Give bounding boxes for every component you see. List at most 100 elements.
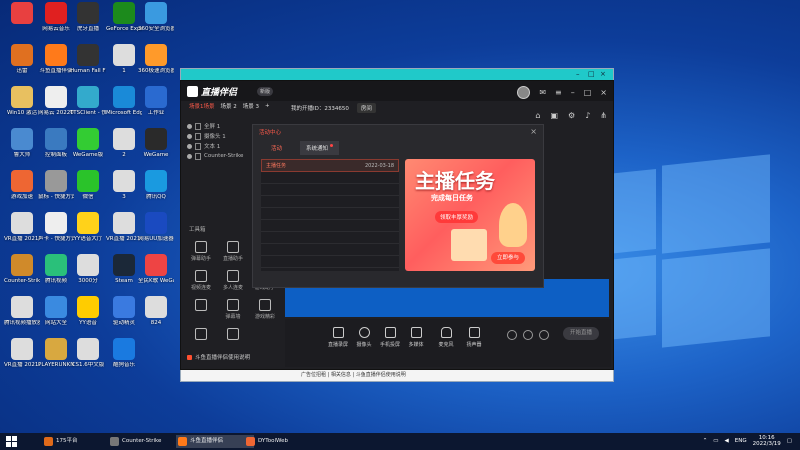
maximize-icon[interactable]: □ [584,88,592,98]
desktop-icon[interactable]: 824 [138,296,174,327]
eye-icon[interactable] [187,133,192,139]
desktop-icon[interactable]: 微信 [70,170,106,201]
usage-notice[interactable]: 斗鱼直播伴侣使用说明 [187,353,250,361]
camera-button[interactable]: 摄像头 [351,327,377,348]
speaker-button[interactable]: 扬声器 [461,327,487,348]
menu-icon[interactable]: ≡ [555,88,562,98]
event-list-item[interactable] [261,256,399,268]
source-row[interactable]: 文本 1 [187,141,255,151]
desktop-icon[interactable]: 3000分 [70,254,106,285]
taskbar-app[interactable]: 175平台 [42,435,118,448]
event-list-item[interactable] [261,244,399,256]
desktop-icon[interactable]: 声卡 - 快捷方式 [38,212,74,243]
taskbar-app[interactable]: 斗鱼直播伴侣 [176,435,254,448]
bell-icon[interactable]: ♪ [585,111,590,120]
event-list-item[interactable] [261,172,399,184]
event-list-item[interactable] [261,196,399,208]
desktop-icon[interactable]: 腾讯视频播放器 [4,296,40,327]
volume-icon[interactable]: ◀ [725,438,729,444]
screen-record-button[interactable]: 直播录屏 [325,327,351,348]
eye-icon[interactable] [523,330,533,340]
desktop-icon[interactable]: 腾讯QQ [138,170,174,201]
add-scene-button[interactable]: + [265,103,270,109]
desktop-icon[interactable]: 网易云音乐 [38,2,74,33]
share-icon[interactable]: ⋔ [600,111,607,120]
tab-notifications[interactable]: 系统通知 [300,141,339,155]
taskbar-app[interactable]: DYToolWeb [244,435,318,448]
record-icon[interactable] [507,330,517,340]
desktop-icon[interactable] [4,2,40,26]
toolbox-item[interactable]: 弹幕助手 [185,241,217,262]
skin-icon[interactable]: ✉ [539,88,546,98]
desktop-icon[interactable]: VR直播 20211026 [4,212,40,243]
eye-icon[interactable] [187,153,192,159]
desktop-icon[interactable]: Human Fall Flat [70,44,106,75]
desktop-icon[interactable]: YY语音大厅 [70,212,106,243]
avatar[interactable] [517,86,531,99]
desktop-icon[interactable]: 网易云 20220114 [38,86,74,117]
desktop-icon[interactable]: 控制面板 [38,128,74,159]
tab-scene-1[interactable]: 场景1场景 [189,102,215,110]
source-row[interactable]: 全屏 1 [187,121,255,131]
desktop-icon[interactable]: 全民K歌 WeGame版 [138,254,174,285]
settings-icon[interactable]: ⚙ [568,111,575,120]
toolbox-item[interactable] [185,299,217,320]
minimize-icon[interactable]: – [576,71,583,78]
desktop-icon[interactable]: TTSClient - 快捷方式 [70,86,106,117]
maximize-icon[interactable]: □ [588,71,595,78]
desktop-icon[interactable]: 鼠标 - 快捷方式 [38,170,74,201]
desktop-icon[interactable]: YY语音 [70,296,106,327]
desktop-icon[interactable]: Steam [106,254,142,285]
toolbox-item[interactable]: 游戏精彩 [249,299,281,320]
phone-cast-button[interactable]: 手机投屏 [377,327,403,348]
close-icon[interactable]: × [530,127,537,136]
clock[interactable]: 10:16 2022/3/19 [753,435,781,447]
close-icon[interactable]: × [600,71,607,78]
minimize-icon[interactable]: – [571,88,575,98]
lock-icon[interactable] [195,132,201,140]
taskbar-app[interactable]: Counter-Strike [108,435,186,448]
event-list-item[interactable]: 主播任务 2022-03-18 [261,159,399,172]
lock-icon[interactable] [195,152,201,160]
eye-icon[interactable] [187,123,192,129]
start-stream-button[interactable]: 开始直播 [563,327,599,340]
desktop-icon[interactable]: Win10 激活 [4,86,40,117]
desktop-icon[interactable]: 驱动精灵 [106,296,142,327]
event-list-item[interactable] [261,232,399,244]
desktop-icon[interactable]: 酷狗音乐 [106,338,142,369]
desktop-icon[interactable]: 网易UU加速器 [138,212,174,243]
desktop-icon[interactable]: 360极速浏览器 [138,44,174,75]
lock-icon[interactable] [195,122,201,130]
toolbox-item[interactable]: 多人连麦 [217,270,249,291]
room-button[interactable]: 房间 [356,103,376,113]
join-now-button[interactable]: 立即参与 [491,252,525,264]
desktop-icon[interactable]: Counter-Strike [4,254,40,285]
tab-scene-2[interactable]: 场景 2 [221,102,237,110]
toolbox-item[interactable]: 视频连麦 [185,270,217,291]
desktop-icon[interactable]: 3 [106,170,142,201]
desktop-icon[interactable]: 1 [106,44,142,75]
desktop-icon[interactable]: VR直播 20210920 [4,338,40,369]
desktop-icon[interactable]: 虎牙直播 [70,2,106,33]
desktop-icon[interactable]: 游戏加速 [4,170,40,201]
desktop-icon[interactable]: 360安全浏览器 [138,2,174,33]
desktop-icon[interactable]: PLAYERUNKNOWN'S BATTLEGROUNDS [38,338,74,369]
eye-icon[interactable] [187,143,192,149]
event-banner[interactable]: 主播任务 完成每日任务 领取丰厚奖励 立即参与 [405,159,535,271]
settings-icon[interactable] [539,330,549,340]
toolbox-item[interactable]: 直播助手 [217,241,249,262]
close-icon[interactable]: × [600,88,607,98]
store-icon[interactable]: ▣ [550,111,558,120]
source-row[interactable]: 摄像头 1 [187,131,255,141]
version-badge[interactable]: 新版 [257,87,274,96]
desktop-icon[interactable]: WeGame版 [70,128,106,159]
language-indicator[interactable]: ENG [735,438,747,444]
event-list-item[interactable] [261,220,399,232]
start-button[interactable] [6,436,17,447]
desktop-icon[interactable]: 2 [106,128,142,159]
source-row[interactable]: Counter-Strike [187,151,255,161]
toolbox-item[interactable]: 弹幕墙 [217,299,249,320]
event-list-item[interactable] [261,208,399,220]
media-button[interactable]: 多媒体 [403,327,429,348]
event-list-item[interactable] [261,184,399,196]
